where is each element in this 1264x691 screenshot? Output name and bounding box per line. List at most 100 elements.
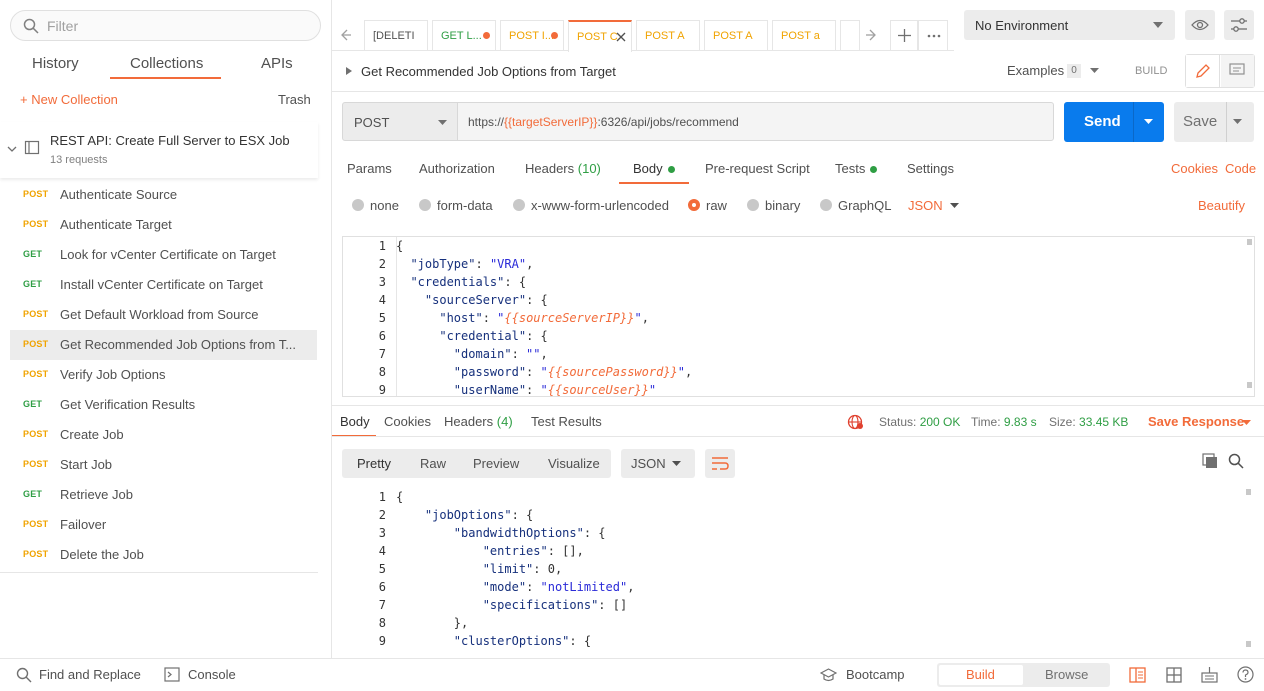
save-button[interactable]: Save bbox=[1174, 102, 1254, 142]
chevron-down-icon[interactable] bbox=[7, 144, 17, 154]
tab-params[interactable]: Params bbox=[347, 161, 392, 176]
build-mode-label[interactable]: Build bbox=[966, 667, 995, 682]
sidebar-request-item[interactable]: POST Verify Job Options bbox=[10, 360, 317, 390]
sidebar-request-item[interactable]: POST Get Recommended Job Options from T..… bbox=[10, 330, 317, 360]
find-replace-button[interactable]: Find and Replace bbox=[39, 667, 141, 682]
radio-form-data-label[interactable]: form-data bbox=[437, 198, 493, 213]
radio-raw-label[interactable]: raw bbox=[706, 198, 727, 213]
console-button[interactable]: Console bbox=[188, 667, 236, 682]
response-tab-tests[interactable]: Test Results bbox=[531, 414, 602, 429]
filter-input[interactable]: Filter bbox=[10, 10, 321, 41]
wrap-lines-button[interactable] bbox=[705, 449, 735, 478]
examples-button[interactable]: Examples bbox=[1007, 63, 1064, 78]
tab-tests[interactable]: Tests bbox=[835, 161, 878, 176]
caret-right-icon[interactable] bbox=[346, 67, 352, 75]
two-pane-icon[interactable] bbox=[1129, 667, 1146, 683]
tab-settings[interactable]: Settings bbox=[907, 161, 954, 176]
response-tab-body[interactable]: Body bbox=[340, 414, 370, 429]
close-icon[interactable] bbox=[616, 32, 626, 42]
response-code-line: { bbox=[396, 490, 404, 504]
view-raw[interactable]: Raw bbox=[420, 456, 446, 471]
tab-options-button[interactable] bbox=[918, 20, 948, 51]
request-tab-6[interactable]: POST A bbox=[704, 20, 768, 51]
response-format-select[interactable]: JSON bbox=[621, 449, 695, 478]
radio-none-label[interactable]: none bbox=[370, 198, 399, 213]
response-size[interactable]: Size: 33.45 KB bbox=[1049, 415, 1128, 429]
sidebar-request-item[interactable]: POST Failover bbox=[10, 510, 317, 540]
collection-row[interactable] bbox=[0, 122, 318, 178]
method-select[interactable]: POST bbox=[342, 102, 458, 141]
caret-down-icon[interactable] bbox=[1090, 68, 1099, 73]
sidebar-request-item[interactable]: POST Authenticate Target bbox=[10, 210, 317, 240]
manage-environments-button[interactable] bbox=[1224, 10, 1254, 40]
sidebar-request-item[interactable]: POST Authenticate Source bbox=[10, 180, 317, 210]
sidebar-request-item[interactable]: GET Retrieve Job bbox=[10, 480, 317, 510]
sidebar-request-item[interactable]: POST Delete the Job bbox=[10, 540, 317, 570]
sidebar-request-item[interactable]: GET Look for vCenter Certificate on Targe… bbox=[10, 240, 317, 270]
code-link[interactable]: Code bbox=[1225, 161, 1256, 176]
radio-form-data[interactable] bbox=[419, 199, 431, 211]
tab-collections[interactable]: Collections bbox=[130, 55, 203, 72]
browse-mode-button[interactable]: Browse bbox=[1045, 667, 1088, 682]
new-tab-button[interactable] bbox=[890, 20, 918, 51]
response-tab-headers[interactable]: Headers (4) bbox=[444, 414, 513, 429]
help-icon[interactable] bbox=[1237, 666, 1254, 683]
new-collection-button[interactable]: + New Collection bbox=[20, 92, 118, 107]
radio-binary-label[interactable]: binary bbox=[765, 198, 800, 213]
request-tab-3[interactable]: POST I... bbox=[500, 20, 564, 51]
view-pretty[interactable]: Pretty bbox=[357, 456, 391, 471]
cookies-link[interactable]: Cookies bbox=[1171, 161, 1218, 176]
beautify-button[interactable]: Beautify bbox=[1198, 198, 1245, 213]
sidebar-request-item[interactable]: POST Start Job bbox=[10, 450, 317, 480]
edit-mode-button[interactable] bbox=[1186, 55, 1220, 87]
comments-button[interactable] bbox=[1221, 55, 1254, 87]
caret-down-icon[interactable] bbox=[950, 203, 959, 208]
caret-down-icon[interactable] bbox=[1144, 119, 1153, 124]
globe-icon[interactable] bbox=[847, 414, 864, 430]
request-tab-active[interactable]: POST C bbox=[568, 20, 632, 52]
sidebar-request-item[interactable]: POST Get Default Workload from Source bbox=[10, 300, 317, 330]
sidebar-request-item[interactable]: GET Get Verification Results bbox=[10, 390, 317, 420]
tab-headers[interactable]: Headers (10) bbox=[525, 161, 601, 176]
request-tab-5[interactable]: POST A bbox=[636, 20, 700, 51]
request-tab-1[interactable]: [DELETI bbox=[364, 20, 428, 51]
tab-history[interactable]: History bbox=[32, 55, 79, 72]
layout-icon[interactable] bbox=[1166, 667, 1182, 683]
sidebar-request-item[interactable]: POST Create Job bbox=[10, 420, 317, 450]
radio-graphql-label[interactable]: GraphQL bbox=[838, 198, 891, 213]
search-icon[interactable] bbox=[1228, 453, 1244, 469]
radio-raw[interactable] bbox=[688, 199, 700, 211]
body-format-select[interactable]: JSON bbox=[908, 198, 943, 213]
keyboard-shortcuts-icon[interactable] bbox=[1201, 666, 1218, 683]
sidebar-request-item[interactable]: GET Install vCenter Certificate on Target bbox=[10, 270, 317, 300]
copy-icon[interactable] bbox=[1202, 453, 1218, 469]
radio-urlencoded-label[interactable]: x-www-form-urlencoded bbox=[531, 198, 669, 213]
tab-prerequest-script[interactable]: Pre-request Script bbox=[705, 161, 810, 176]
request-tab-7[interactable]: POST a bbox=[772, 20, 836, 51]
send-button[interactable]: Send bbox=[1064, 102, 1164, 142]
view-preview[interactable]: Preview bbox=[473, 456, 519, 471]
tab-body[interactable]: Body bbox=[633, 161, 675, 176]
request-tab-2[interactable]: GET L... bbox=[432, 20, 496, 51]
request-title[interactable]: Get Recommended Job Options from Target bbox=[361, 64, 616, 79]
caret-down-icon[interactable] bbox=[1242, 420, 1251, 425]
arrow-right-icon[interactable] bbox=[865, 28, 879, 42]
tab-authorization[interactable]: Authorization bbox=[419, 161, 495, 176]
radio-graphql[interactable] bbox=[820, 199, 832, 211]
bootcamp-button[interactable]: Bootcamp bbox=[846, 667, 905, 682]
url-input[interactable]: https://{{targetServerIP}}:6326/api/jobs… bbox=[457, 102, 1054, 141]
response-tab-cookies[interactable]: Cookies bbox=[384, 414, 431, 429]
request-tab-8[interactable] bbox=[840, 20, 860, 51]
view-visualize[interactable]: Visualize bbox=[548, 456, 600, 471]
save-response-button[interactable]: Save Response bbox=[1148, 414, 1244, 429]
environment-quick-look-button[interactable] bbox=[1185, 10, 1215, 40]
radio-binary[interactable] bbox=[747, 199, 759, 211]
radio-none[interactable] bbox=[352, 199, 364, 211]
caret-down-icon[interactable] bbox=[1233, 119, 1242, 124]
arrow-left-icon[interactable] bbox=[338, 28, 352, 42]
tab-apis[interactable]: APIs bbox=[261, 55, 293, 72]
radio-urlencoded[interactable] bbox=[513, 199, 525, 211]
environment-select[interactable]: No Environment bbox=[964, 10, 1175, 40]
response-time[interactable]: Time: 9.83 s bbox=[971, 415, 1037, 429]
trash-button[interactable]: Trash bbox=[278, 92, 311, 107]
